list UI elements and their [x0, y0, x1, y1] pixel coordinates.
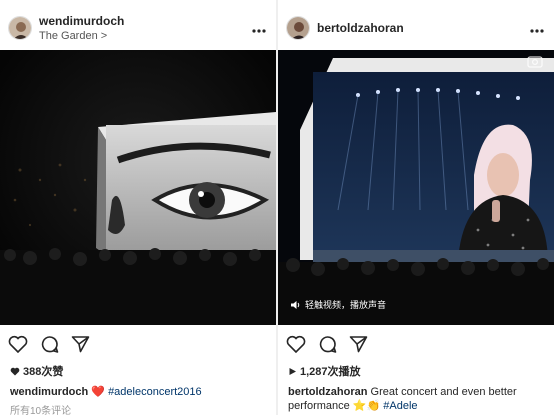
action-bar	[286, 334, 368, 354]
heart-icon[interactable]	[8, 335, 28, 353]
view-count-label: 1,287次播放	[300, 366, 361, 378]
more-options-button[interactable]	[250, 20, 268, 36]
caption-username[interactable]: wendimurdoch	[10, 386, 88, 398]
star-clap-emoji: ⭐👏	[352, 400, 381, 412]
heart-emoji: ❤️	[91, 386, 105, 398]
caption-username[interactable]: bertoldzahoran	[288, 386, 367, 398]
caption-hashtag[interactable]: #adeleconcert2016	[108, 386, 202, 398]
like-count-label: 388次赞	[23, 366, 64, 378]
post-header: wendimurdoch The Garden >	[8, 8, 268, 48]
play-icon	[289, 367, 296, 375]
post-header: bertoldzahoran	[286, 8, 546, 48]
location-label: The Garden	[39, 29, 98, 42]
post-wendimurdoch: wendimurdoch The Garden > 388次赞 wendimur…	[0, 0, 276, 415]
action-bar	[8, 334, 90, 354]
heart-filled-icon	[10, 367, 20, 375]
post-username[interactable]: bertoldzahoran	[317, 21, 528, 35]
post-bertoldzahoran: bertoldzahoran 轻触视频，播放声音 1,287次播放 bertol…	[278, 0, 554, 415]
post-username[interactable]: wendimurdoch	[39, 14, 250, 28]
share-icon[interactable]	[71, 335, 90, 353]
heart-icon[interactable]	[286, 335, 306, 353]
more-horizontal-icon	[530, 29, 544, 33]
like-count[interactable]: 388次赞	[10, 363, 63, 379]
avatar[interactable]	[8, 16, 32, 40]
caption-hashtag[interactable]: #Adele	[383, 400, 417, 412]
more-options-button[interactable]	[528, 20, 546, 36]
view-comments-link[interactable]: 所有10条评论	[10, 402, 71, 415]
post-image[interactable]	[0, 50, 276, 325]
post-video[interactable]: 轻触视频，播放声音	[278, 50, 554, 325]
share-icon[interactable]	[349, 335, 368, 353]
more-horizontal-icon	[252, 29, 266, 33]
comment-icon[interactable]	[318, 335, 337, 354]
speaker-icon	[291, 300, 300, 309]
avatar[interactable]	[286, 16, 310, 40]
view-count[interactable]: 1,287次播放	[288, 363, 361, 379]
chevron-right-icon: >	[100, 29, 108, 42]
comment-icon[interactable]	[40, 335, 59, 354]
tap-for-sound-hint[interactable]: 轻触视频，播放声音	[290, 298, 386, 311]
post-location[interactable]: The Garden >	[39, 29, 250, 43]
post-caption: wendimurdoch ❤️ #adeleconcert2016	[10, 385, 268, 399]
video-hint-label: 轻触视频，播放声音	[305, 301, 387, 311]
post-caption: bertoldzahoran Great concert and even be…	[288, 385, 546, 413]
